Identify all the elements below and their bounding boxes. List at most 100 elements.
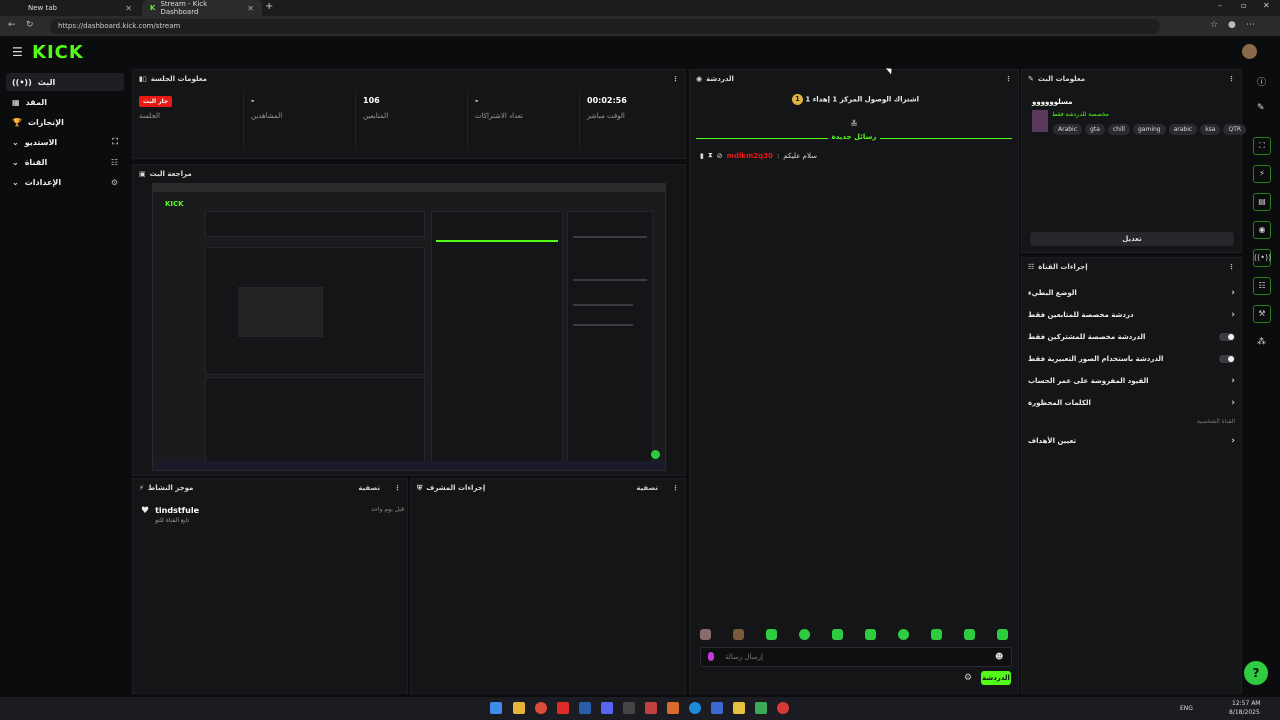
close-icon[interactable]: ✕ [125, 4, 132, 13]
new-tab-button[interactable]: + [265, 1, 273, 12]
rail-button-broadcast[interactable]: ((•)) [1253, 249, 1271, 267]
ban-icon[interactable]: ⊘ [717, 152, 723, 160]
file-explorer-icon[interactable] [513, 702, 525, 714]
rail-button-layout[interactable]: ☷ [1253, 277, 1271, 295]
more-icon[interactable]: ⋯ [1246, 20, 1255, 30]
set-goals-row[interactable]: تعيين الأهداف › [1028, 433, 1235, 449]
emote-icon[interactable] [733, 629, 744, 640]
youtube-icon[interactable] [557, 702, 569, 714]
close-icon[interactable]: ✕ [247, 4, 254, 13]
chart-icon: ▮▯ [139, 75, 147, 83]
emote-icon[interactable] [799, 629, 810, 640]
app-icon[interactable] [777, 702, 789, 714]
kebab-icon[interactable]: ⋮ [672, 75, 679, 83]
back-icon[interactable]: ← [8, 20, 16, 30]
emote-icon[interactable] [832, 629, 843, 640]
windows-start-icon[interactable] [490, 702, 502, 714]
refresh-icon[interactable]: ↻ [26, 20, 34, 30]
tab-new-tab[interactable]: New tab ✕ [20, 0, 140, 16]
menu-icon[interactable]: ☰ [12, 45, 23, 59]
kebab-icon[interactable]: ⋮ [1228, 263, 1235, 271]
nav-item-studio[interactable]: ⌄ الاستديو ⛶ [6, 133, 124, 151]
nav-item-live[interactable]: ((•)) البث [6, 73, 124, 91]
pencil-icon[interactable]: ✎ [1257, 103, 1265, 113]
rail-button-session[interactable]: ⛶ [1253, 137, 1271, 155]
steam-icon[interactable] [579, 702, 591, 714]
timeout-icon[interactable]: ⧗ [708, 151, 713, 160]
banned-words-row[interactable]: الكلمات المحظورة › [1028, 395, 1235, 411]
edge-icon[interactable] [689, 702, 701, 714]
emotes-only-toggle[interactable] [1219, 355, 1235, 363]
url-input[interactable]: https://dashboard.kick.com/stream [50, 19, 1160, 34]
app-icon[interactable] [645, 702, 657, 714]
stream-preview-video[interactable]: KICK [152, 183, 666, 471]
mic-icon[interactable] [708, 652, 714, 661]
filter-button[interactable]: تصفية [636, 484, 658, 492]
emote-icon[interactable] [898, 629, 909, 640]
app-icon[interactable] [667, 702, 679, 714]
emote-icon[interactable] [964, 629, 975, 640]
maximize-icon[interactable]: ▫ [1241, 1, 1246, 10]
grid-icon: ▦ [12, 97, 20, 107]
kebab-icon[interactable]: ⋮ [672, 484, 679, 492]
gear-icon: ⚙ [110, 177, 118, 187]
avatar[interactable] [1242, 44, 1257, 59]
rail-button-chat[interactable]: ◉ [1253, 221, 1271, 239]
chat-username[interactable]: mdlkm2q30 [727, 152, 773, 160]
activity-user[interactable]: tindstfule [155, 506, 199, 515]
stream-title: مسلوووووو [1032, 98, 1073, 106]
emote-icon[interactable] [931, 629, 942, 640]
nav-item-achievements[interactable]: 🏆 الإنجازات [6, 113, 124, 131]
profile-icon[interactable]: ● [1228, 20, 1236, 30]
nav-item-settings[interactable]: ⌄ الإعدادات ⚙ [6, 173, 124, 191]
emoji-icon[interactable]: ☻ [995, 652, 1003, 661]
info-icon[interactable]: ⓘ [1257, 75, 1266, 88]
followers-only-row[interactable]: دردشة مخصصة للمتابعين فقط › [1028, 307, 1235, 323]
collapse-icon[interactable]: ≚ [690, 120, 1018, 130]
favorite-icon[interactable]: ☆ [1210, 20, 1218, 30]
chrome-icon[interactable] [535, 702, 547, 714]
stream-category[interactable]: مخصصة للدردشة فقط [1052, 111, 1109, 118]
clock-time[interactable]: 12:57 AM [1232, 700, 1260, 707]
tag: gaming [1132, 124, 1166, 135]
nav-item-channel[interactable]: ⌄ القناة ☷ [6, 153, 124, 171]
divider [579, 90, 580, 150]
language-indicator[interactable]: ENG [1180, 705, 1193, 712]
close-window-icon[interactable]: ✕ [1263, 1, 1270, 10]
slow-mode-row[interactable]: الوضع البطيء › [1028, 285, 1235, 301]
rail-button-activity[interactable]: ⚡ [1253, 165, 1271, 183]
edit-stream-button[interactable]: تعديل [1030, 232, 1234, 246]
app-icon[interactable] [733, 702, 745, 714]
filter-button[interactable]: تصفية [358, 484, 380, 492]
send-chat-button[interactable]: الدردشة [981, 671, 1011, 685]
clock-date[interactable]: 8/18/2025 [1229, 709, 1260, 716]
gear-icon[interactable]: ⚙ [964, 673, 972, 683]
nav-item-grid[interactable]: ▦ المقد [6, 93, 124, 111]
chat-input[interactable]: إرسال رسالة [700, 647, 1012, 667]
kebab-icon[interactable]: ⋮ [394, 484, 401, 492]
emote-icon[interactable] [997, 629, 1008, 640]
help-button[interactable]: ? [1244, 661, 1268, 685]
emote-icon[interactable] [865, 629, 876, 640]
kick-logo[interactable]: KICK [32, 42, 84, 63]
account-age-row[interactable]: القيود المفروضة على عمر الحساب › [1028, 373, 1235, 389]
rail-button-notes[interactable]: ▤ [1253, 193, 1271, 211]
kebab-icon[interactable]: ⋮ [1228, 75, 1235, 83]
nav-label: القناة [24, 157, 48, 167]
app-icon[interactable] [711, 702, 723, 714]
emote-icon[interactable] [700, 629, 711, 640]
pin-icon[interactable]: ▮ [700, 152, 704, 160]
tab-kick-dashboard[interactable]: K Stream - Kick Dashboard ✕ [142, 0, 262, 16]
subscribers-only-toggle[interactable] [1219, 333, 1235, 341]
kebab-icon[interactable]: ⋮ [1005, 75, 1012, 83]
emote-icon[interactable] [766, 629, 777, 640]
minimize-icon[interactable]: – [1218, 1, 1222, 10]
app-icon[interactable] [755, 702, 767, 714]
shield-icon: ⛨ [417, 483, 423, 492]
app-icon[interactable] [623, 702, 635, 714]
rail-button-tools[interactable]: ⚒ [1253, 305, 1271, 323]
preview-block [567, 211, 653, 467]
discord-icon[interactable] [601, 702, 613, 714]
share-icon[interactable]: ⁂ [1257, 337, 1266, 347]
channel-actions-panel: ☷ إجراءات القناة ⋮ الوضع البطيء › دردشة م… [1021, 257, 1242, 694]
